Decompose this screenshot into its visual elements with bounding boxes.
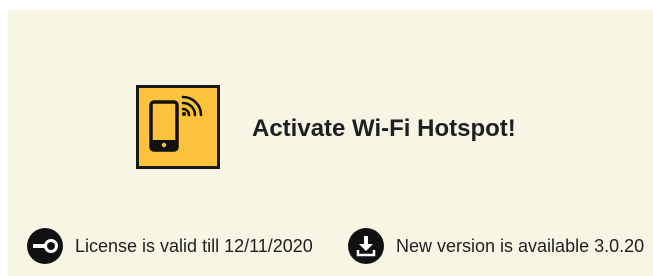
- download-icon: [348, 228, 384, 264]
- update-status-text[interactable]: New version is available 3.0.20: [396, 236, 644, 257]
- license-status: License is valid till 12/11/2020: [27, 228, 313, 264]
- update-status[interactable]: New version is available 3.0.20: [348, 228, 644, 264]
- hotspot-panel: Activate Wi-Fi Hotspot! License is valid…: [8, 10, 653, 276]
- key-icon: [27, 228, 63, 264]
- activate-hotspot-title[interactable]: Activate Wi-Fi Hotspot!: [252, 114, 516, 144]
- license-status-text: License is valid till 12/11/2020: [75, 235, 313, 256]
- phone-wifi-icon: [149, 95, 203, 152]
- activate-hotspot-tile[interactable]: [136, 85, 220, 169]
